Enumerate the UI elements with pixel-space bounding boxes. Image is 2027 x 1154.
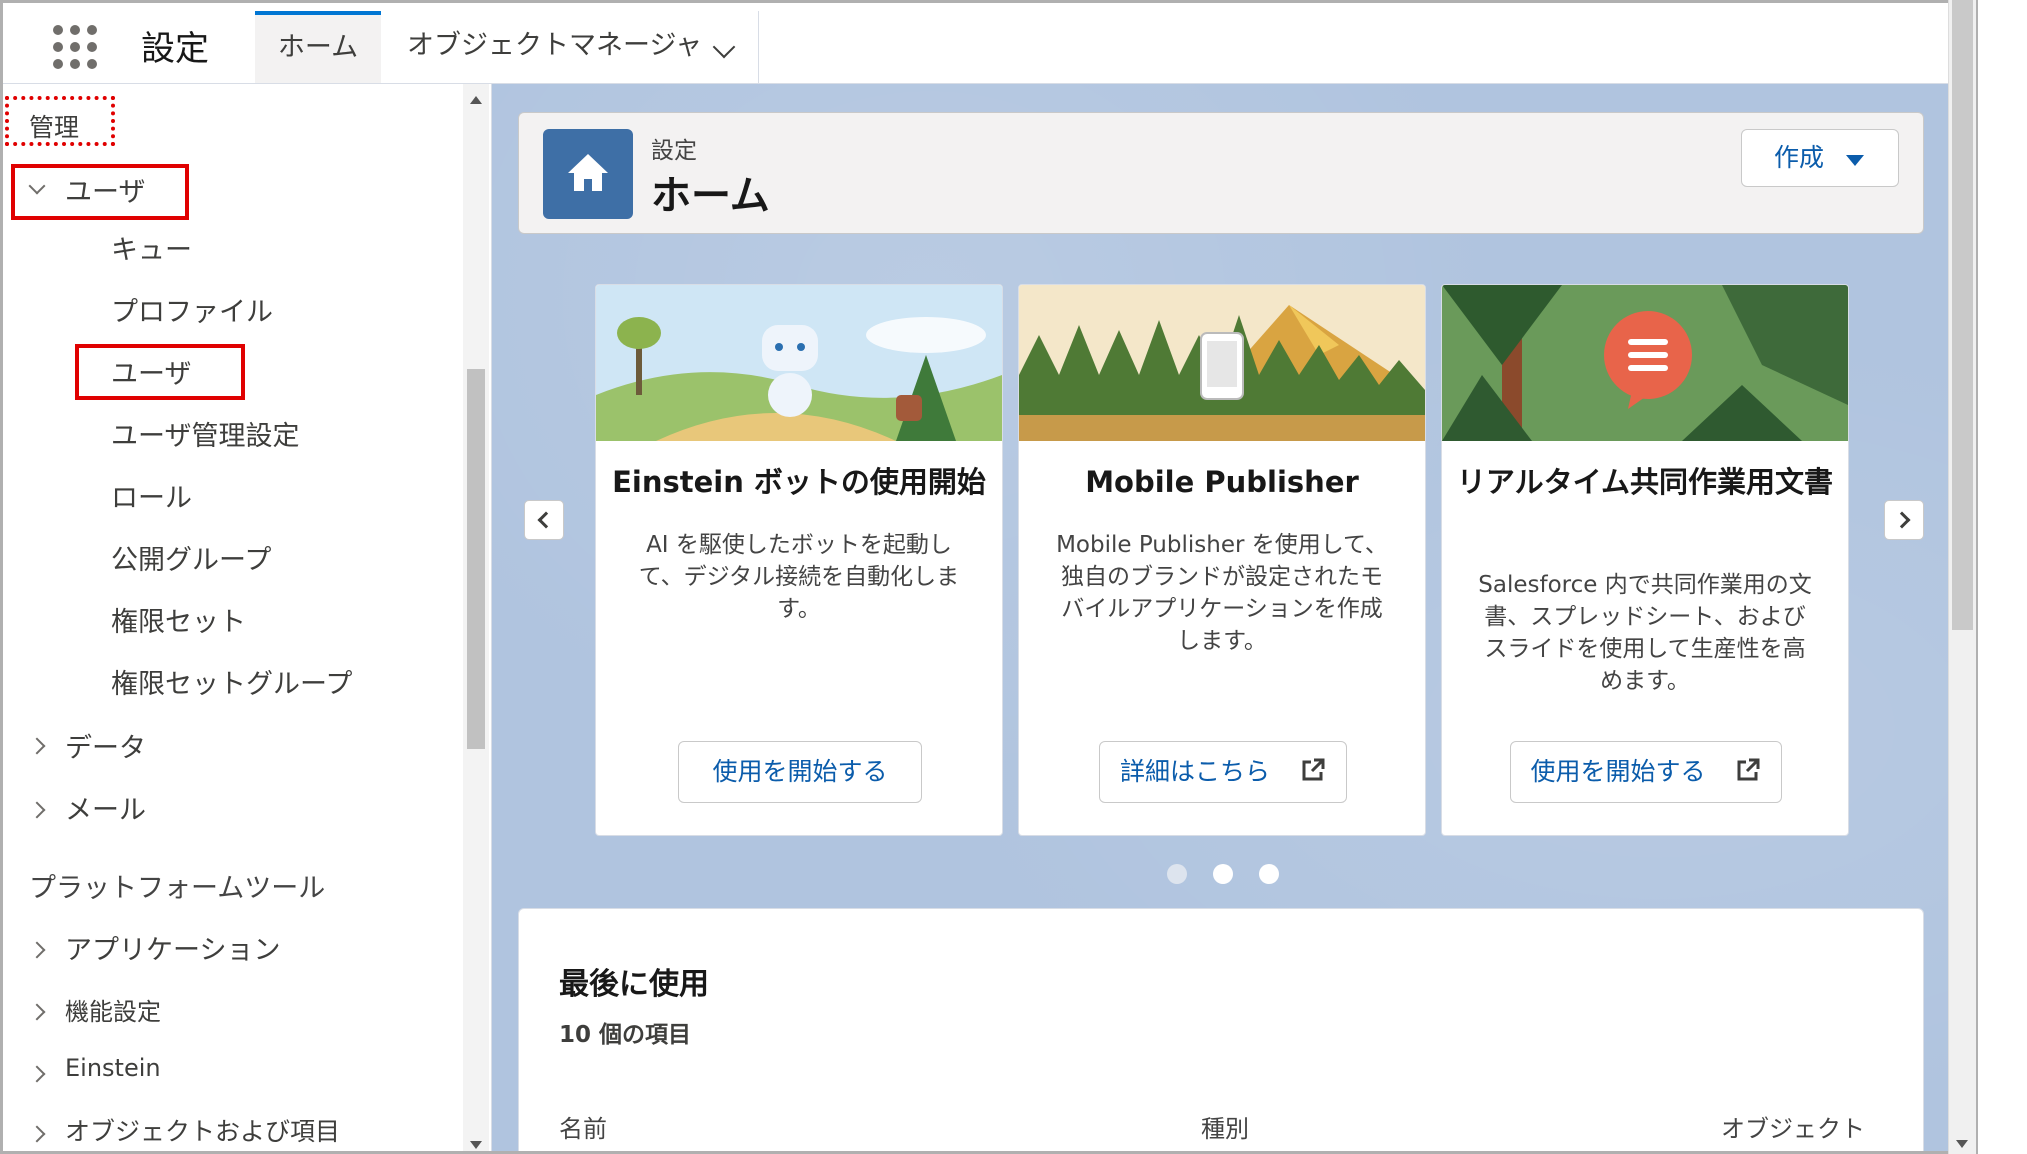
carousel-dot[interactable]	[1167, 864, 1187, 884]
sidebar-scrollbar[interactable]	[463, 84, 489, 1151]
tab-object-manager-label: オブジェクトマネージャ	[407, 30, 703, 61]
chevron-right-icon[interactable]	[28, 1125, 46, 1143]
chevron-down-icon[interactable]	[712, 35, 736, 59]
sidebar-group-einstein[interactable]: Einstein	[65, 1054, 161, 1082]
carousel-dot[interactable]	[1259, 864, 1279, 884]
create-button[interactable]: 作成	[1741, 129, 1899, 187]
card-description: Mobile Publisher を使用して、独自のブランドが設定されたモバイル…	[1056, 532, 1388, 654]
card-einstein-bot: Einstein ボットの使用開始 AI を駆使したボットを起動して、デジタル接…	[595, 284, 1003, 836]
sidebar-item-permission-set-groups[interactable]: 権限セットグループ	[111, 662, 352, 701]
get-started-button[interactable]: 使用を開始する	[1510, 741, 1782, 803]
scroll-up-arrow-icon[interactable]	[470, 96, 482, 104]
caret-down-icon	[1846, 155, 1864, 166]
tab-object-manager[interactable]: オブジェクトマネージャ	[381, 11, 759, 83]
page-header: 設定 ホーム 作成	[518, 112, 1924, 234]
sidebar-item-users[interactable]: ユーザ	[111, 352, 191, 391]
realtime-docs-illustration	[1442, 285, 1848, 441]
card-title: Einstein ボットの使用開始	[612, 465, 986, 499]
chevron-left-icon	[537, 511, 555, 529]
sidebar-group-apps[interactable]: アプリケーション	[65, 928, 280, 967]
section-admin: 管理	[29, 113, 80, 142]
scroll-down-arrow-icon[interactable]	[470, 1141, 482, 1149]
global-header: 設定 ホーム オブジェクトマネージャ	[3, 3, 1951, 84]
app-name: 設定	[141, 29, 209, 69]
column-header-name[interactable]: 名前	[559, 1109, 607, 1144]
sidebar-group-email[interactable]: メール	[65, 788, 146, 827]
sidebar-item-permission-sets[interactable]: 権限セット	[111, 600, 246, 639]
carousel-dot[interactable]	[1213, 864, 1233, 884]
page-breadcrumb: 設定	[651, 138, 697, 164]
learn-more-label: 詳細はこちら	[1120, 757, 1271, 786]
mobile-publisher-illustration	[1019, 285, 1425, 441]
page-scrollbar[interactable]	[1948, 0, 1976, 1154]
sidebar-group-data[interactable]: データ	[65, 726, 146, 765]
chevron-right-icon[interactable]	[28, 737, 46, 755]
get-started-label: 使用を開始する	[1530, 757, 1706, 786]
app-launcher-icon[interactable]	[53, 25, 97, 69]
sidebar-item-roles[interactable]: ロール	[111, 476, 192, 515]
card-description: AI を駆使したボットを起動して、デジタル接続を自動化します。	[638, 532, 960, 622]
recent-title: 最後に使用	[559, 967, 709, 1002]
page-title: ホーム	[651, 173, 770, 219]
chevron-right-icon[interactable]	[28, 941, 46, 959]
app-window: 設定 ホーム オブジェクトマネージャ 管理 ユーザ キュー プロファイル ユーザ…	[0, 0, 1978, 1154]
section-platform-tools: プラットフォームツール	[29, 873, 326, 904]
column-header-object[interactable]: オブジェクト	[1721, 1109, 1865, 1144]
create-button-label: 作成	[1774, 143, 1825, 172]
card-mobile-publisher: Mobile Publisher Mobile Publisher を使用して、…	[1018, 284, 1426, 836]
external-link-icon	[1302, 758, 1325, 781]
carousel-next-button[interactable]	[1884, 500, 1924, 540]
scrollbar-thumb[interactable]	[1952, 0, 1973, 630]
scrollbar-thumb[interactable]	[467, 369, 485, 749]
column-header-type[interactable]: 種別	[1201, 1109, 1249, 1144]
scroll-down-arrow-icon[interactable]	[1956, 1140, 1968, 1148]
sidebar-group-feature-settings[interactable]: 機能設定	[65, 992, 161, 1027]
setup-sidebar: 管理 ユーザ キュー プロファイル ユーザ ユーザ管理設定 ロール 公開グループ…	[3, 84, 492, 1151]
carousel-prev-button[interactable]	[524, 500, 564, 540]
recent-items-panel: 最後に使用 10 個の項目 名前 種別 オブジェクト	[518, 908, 1924, 1151]
sidebar-item-public-groups[interactable]: 公開グループ	[111, 538, 271, 577]
recent-count: 10 個の項目	[559, 1022, 692, 1048]
chevron-right-icon	[1893, 511, 1911, 529]
main-content: 設定 ホーム 作成 Einstein ボットの使用開始 AI を駆使したボットを…	[492, 84, 1951, 1151]
tab-home[interactable]: ホーム	[255, 11, 381, 83]
card-realtime-docs: リアルタイム共同作業用文書 Salesforce 内で共同作業用の文書、スプレッ…	[1441, 284, 1849, 836]
card-title: リアルタイム共同作業用文書	[1456, 465, 1834, 499]
sidebar-item-profile[interactable]: プロファイル	[111, 290, 273, 329]
card-title: Mobile Publisher	[1085, 465, 1359, 499]
einstein-bot-illustration	[596, 285, 1002, 441]
sidebar-item-user-management-settings[interactable]: ユーザ管理設定	[111, 414, 299, 453]
card-description: Salesforce 内で共同作業用の文書、スプレッドシート、およびスライドを使…	[1478, 572, 1812, 694]
learn-more-button[interactable]: 詳細はこちら	[1099, 741, 1347, 803]
sidebar-group-objects-fields[interactable]: オブジェクトおよび項目	[65, 1112, 340, 1148]
chevron-right-icon[interactable]	[28, 1003, 46, 1021]
external-link-icon	[1737, 758, 1760, 781]
home-icon	[543, 129, 633, 219]
get-started-button[interactable]: 使用を開始する	[678, 741, 922, 803]
chevron-right-icon[interactable]	[28, 1065, 46, 1083]
sidebar-group-users[interactable]: ユーザ	[65, 170, 145, 209]
chevron-right-icon[interactable]	[28, 801, 46, 819]
sidebar-item-queue[interactable]: キュー	[111, 228, 192, 267]
